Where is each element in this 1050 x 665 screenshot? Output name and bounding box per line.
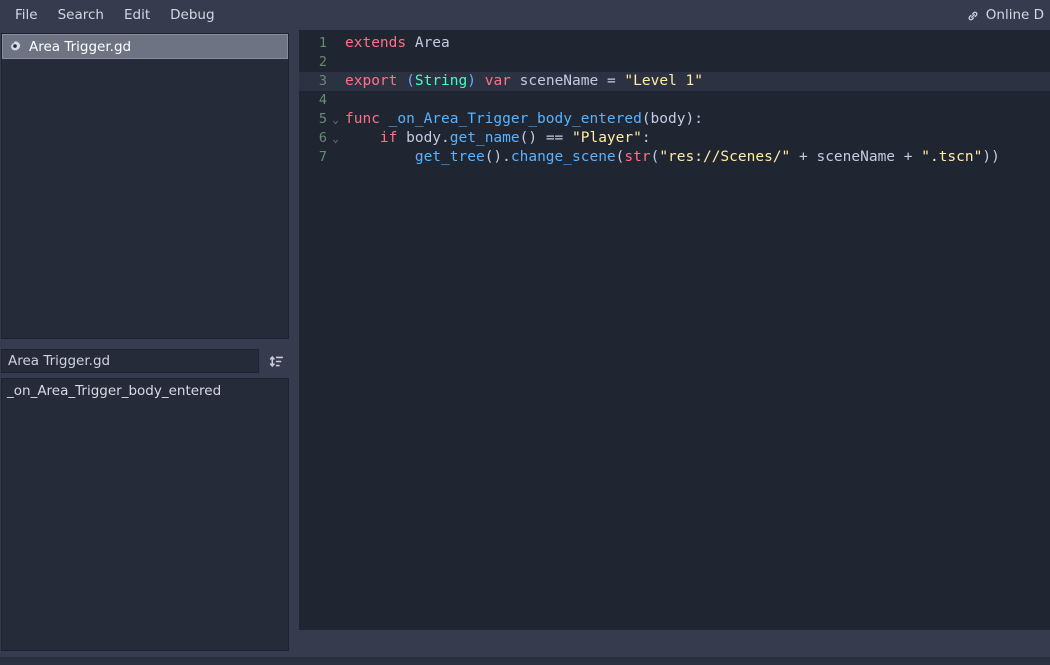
line-number: 3 (318, 73, 327, 89)
editor-bottom-spacer (292, 630, 1050, 657)
members-list[interactable]: _on_Area_Trigger_body_entered (1, 378, 289, 651)
code-line[interactable]: 6 ⌄ if body.get_name() == "Player": (299, 129, 1050, 148)
sort-button[interactable] (263, 349, 289, 373)
code-editor[interactable]: 1 extends Area 2 3 export (String) var scene… (299, 30, 1050, 630)
code-line[interactable]: 7 get_tree().change_scene(str("res://Sce… (299, 148, 1050, 167)
filter-row (1, 348, 289, 374)
code-line-text: get_tree().change_scene(str("res://Scene… (414, 149, 1000, 165)
code-area[interactable]: 1 extends Area 2 3 export (String) var scene… (299, 30, 1050, 167)
line-number: 2 (318, 54, 327, 70)
code-line[interactable]: 2 (299, 53, 1050, 72)
menu-item-debug[interactable]: Debug (161, 3, 223, 27)
online-docs-label: Online D (985, 7, 1044, 23)
script-list-item[interactable]: Area Trigger.gd (2, 34, 288, 59)
gear-icon (8, 40, 22, 54)
members-list-item[interactable]: _on_Area_Trigger_body_entered (2, 379, 288, 404)
line-number: 7 (318, 149, 327, 165)
menu-bar-right: Online D (962, 0, 1050, 30)
menu-item-search[interactable]: Search (49, 3, 113, 27)
window-bottom-strip (0, 657, 1050, 665)
online-docs-button[interactable]: Online D (962, 4, 1050, 26)
script-panel: Area Trigger.gd _on_Area_Trigg (0, 30, 292, 657)
chevron-down-icon[interactable]: ⌄ (329, 110, 342, 129)
code-line-text: func _on_Area_Trigger_body_entered(body)… (345, 111, 703, 127)
code-line-text: extends Area (345, 35, 450, 51)
code-line-text: export (String) var sceneName = "Level 1… (345, 73, 703, 89)
chevron-down-icon[interactable]: ⌄ (329, 129, 342, 148)
code-line[interactable]: 4 (299, 91, 1050, 110)
code-line[interactable]: 1 extends Area (299, 34, 1050, 53)
link-icon (966, 9, 980, 23)
code-line[interactable]: 3 export (String) var sceneName = "Level … (299, 72, 1050, 91)
script-list[interactable]: Area Trigger.gd (1, 33, 289, 339)
code-line[interactable]: 5 ⌄ func _on_Area_Trigger_body_entered(bod… (299, 110, 1050, 129)
line-number: 4 (318, 92, 327, 108)
script-filter-input[interactable] (1, 349, 259, 373)
line-number: 5 (318, 111, 327, 127)
code-line-text: if body.get_name() == "Player": (379, 130, 651, 146)
menu-item-file[interactable]: File (6, 3, 47, 27)
menu-bar: File Search Edit Debug Online D (0, 0, 1050, 30)
sort-icon (268, 353, 285, 370)
menu-item-edit[interactable]: Edit (115, 3, 159, 27)
line-number: 1 (318, 35, 327, 51)
line-number: 6 (318, 130, 327, 146)
script-list-item-label: Area Trigger.gd (29, 38, 132, 55)
